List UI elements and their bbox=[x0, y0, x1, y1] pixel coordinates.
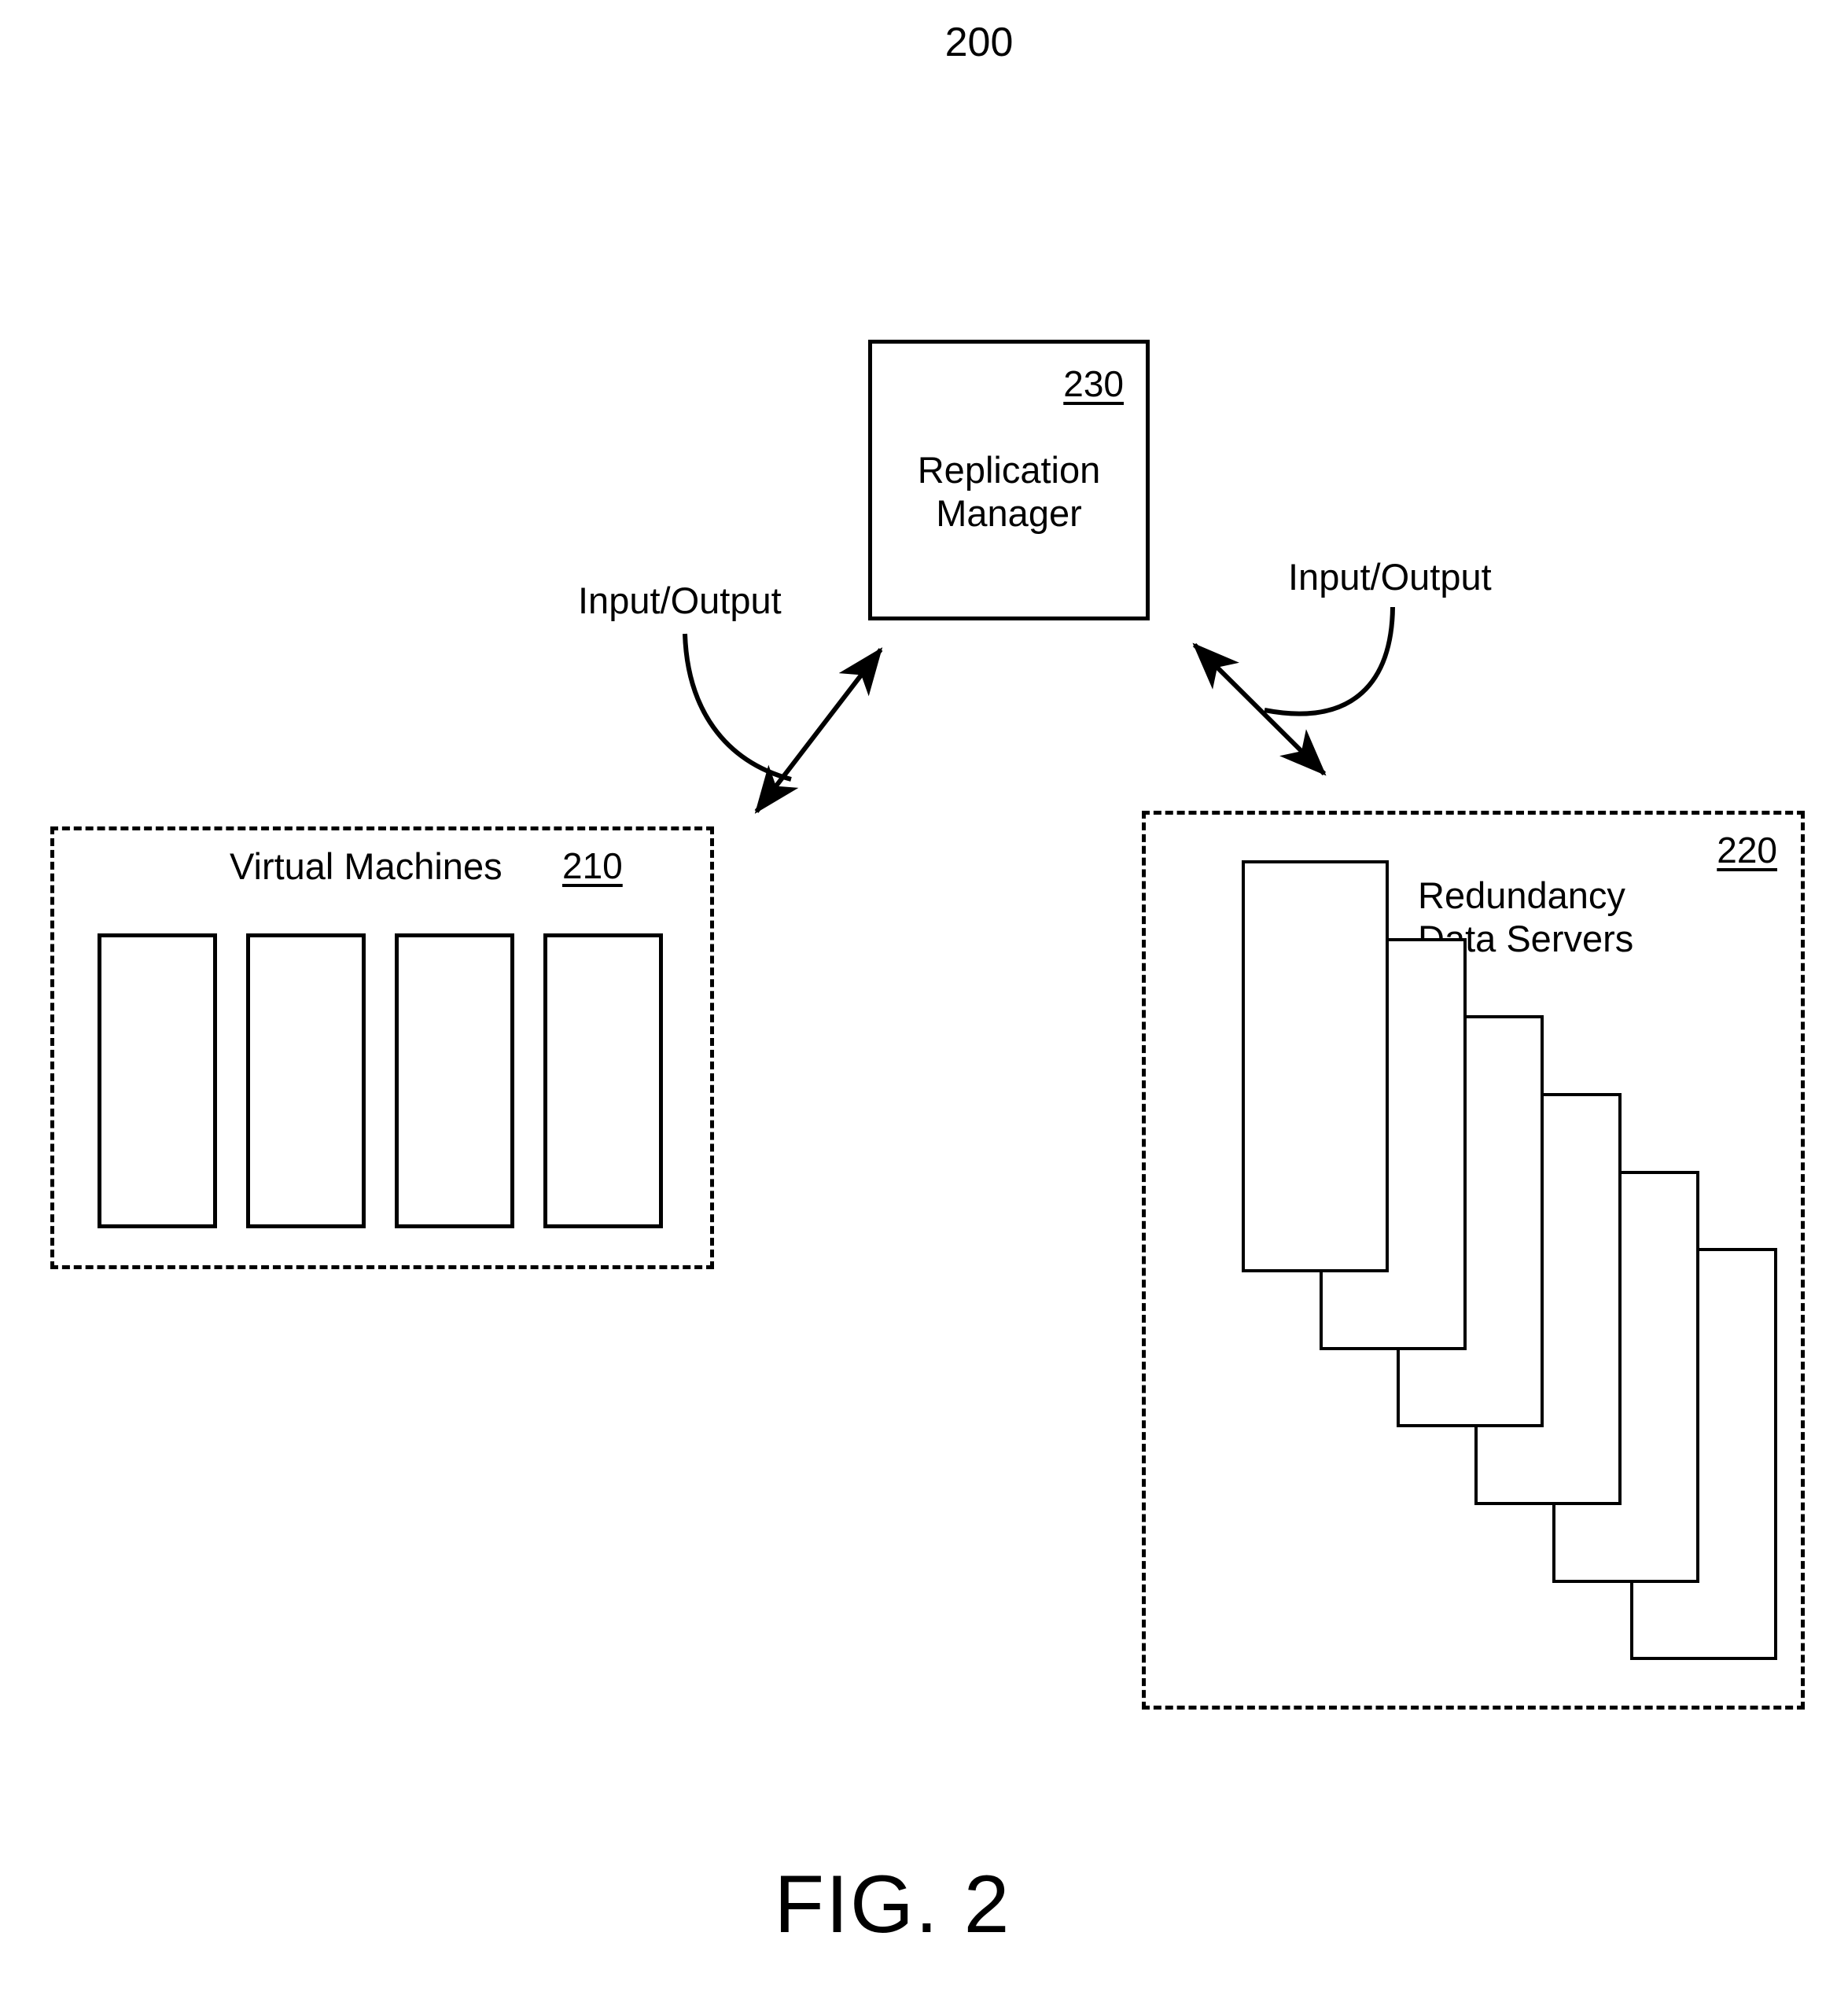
virtual-machines-reference-numeral: 210 bbox=[562, 845, 623, 886]
leader-line-io-left bbox=[683, 633, 792, 782]
virtual-machine-3 bbox=[395, 933, 514, 1228]
redundancy-data-servers-group: 220 Redundancy Data Servers bbox=[1142, 811, 1805, 1710]
replication-manager-block: 230 Replication Manager bbox=[868, 340, 1150, 620]
leader-line-io-right bbox=[1264, 606, 1395, 716]
io-label-right: Input/Output bbox=[1288, 556, 1492, 598]
figure-caption-text: FIG. 2 bbox=[774, 1859, 1011, 1950]
virtual-machine-2 bbox=[246, 933, 366, 1228]
patent-figure-canvas: 200 230 Replication Manager Virtual Mach… bbox=[0, 0, 1848, 1995]
figure-caption: FIG. 2 bbox=[0, 1864, 1848, 1945]
virtual-machine-1 bbox=[98, 933, 217, 1228]
figure-reference-numeral-200-text: 200 bbox=[944, 20, 1014, 65]
replication-manager-reference-numeral: 230 bbox=[1063, 363, 1124, 404]
replication-manager-label: Replication Manager bbox=[917, 449, 1101, 534]
virtual-machines-group: Virtual Machines 210 bbox=[50, 826, 714, 1269]
redundancy-data-server-1 bbox=[1242, 860, 1389, 1272]
connector-replication-manager-to-servers bbox=[1192, 642, 1327, 776]
virtual-machines-label: Virtual Machines bbox=[230, 845, 502, 887]
connector-vm-to-replication-manager bbox=[754, 647, 883, 814]
redundancy-data-servers-reference-numeral: 220 bbox=[1717, 830, 1777, 871]
io-label-left: Input/Output bbox=[578, 580, 782, 621]
virtual-machine-4 bbox=[543, 933, 663, 1228]
figure-reference-numeral-200: 200 bbox=[0, 22, 1848, 63]
